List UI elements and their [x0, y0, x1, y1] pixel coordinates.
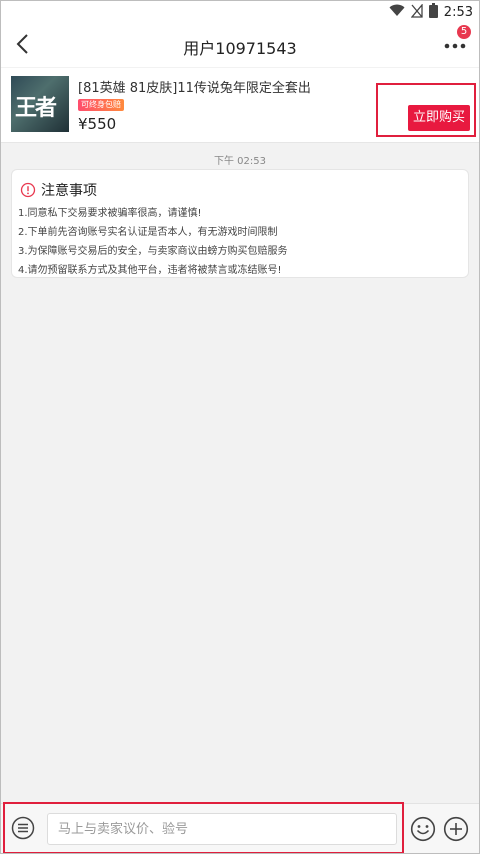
notice-line: 1.同意私下交易要求被骗率很高，请谨慎!	[18, 208, 202, 219]
status-time: 2:53	[443, 5, 473, 20]
insurance-tag: 可终身包赔	[78, 99, 124, 111]
notice-card: 注意事项 1.同意私下交易要求被骗率很高，请谨慎! 2.下单前先咨询账号实名认证…	[11, 169, 469, 278]
chat-timestamp: 下午 02:53	[214, 156, 266, 167]
header: 用户10971543 5	[1, 23, 479, 67]
notice-lines: 1.同意私下交易要求被骗率很高，请谨慎! 2.下单前先咨询账号实名认证是否本人，…	[18, 204, 288, 280]
notice-line: 2.下单前先咨询账号实名认证是否本人，有无游戏时间限制	[18, 227, 278, 238]
notice-title: 注意事项	[41, 183, 97, 199]
product-price: ¥550	[78, 115, 117, 133]
battery-icon	[428, 3, 438, 22]
menu-circle-icon	[11, 816, 35, 840]
emoji-icon	[410, 816, 436, 842]
more-button[interactable]: 5	[441, 25, 471, 57]
page-title: 用户10971543	[183, 39, 297, 58]
status-icons: 2:53	[389, 2, 473, 22]
plus-circle-icon	[443, 816, 469, 842]
thumbnail-logo-text: 王者	[15, 96, 57, 121]
product-thumbnail[interactable]: 王者	[11, 76, 69, 132]
notice-header: 注意事项	[20, 180, 97, 200]
plus-button[interactable]	[443, 816, 469, 842]
notification-badge: 5	[457, 25, 471, 39]
app-frame: 2:53 用户10971543 5 王者 [81英雄 81皮肤]11传说兔年限定…	[0, 0, 480, 854]
menu-button[interactable]	[11, 816, 35, 840]
emoji-button[interactable]	[410, 816, 436, 842]
message-input[interactable]	[47, 813, 397, 845]
notice-line: 3.为保障账号交易后的安全，与卖家商议由螃方购买包赔服务	[18, 246, 288, 257]
alert-circle-icon	[20, 182, 36, 198]
product-title: [81英雄 81皮肤]11传说兔年限定全套出	[78, 81, 311, 96]
signal-off-icon	[410, 2, 423, 22]
notice-line: 4.请勿预留联系方式及其他平台，违者将被禁言或冻结账号!	[18, 265, 282, 276]
status-bar: 2:53	[1, 1, 479, 23]
wifi-icon	[389, 4, 405, 21]
buy-now-button[interactable]: 立即购买	[408, 105, 470, 131]
